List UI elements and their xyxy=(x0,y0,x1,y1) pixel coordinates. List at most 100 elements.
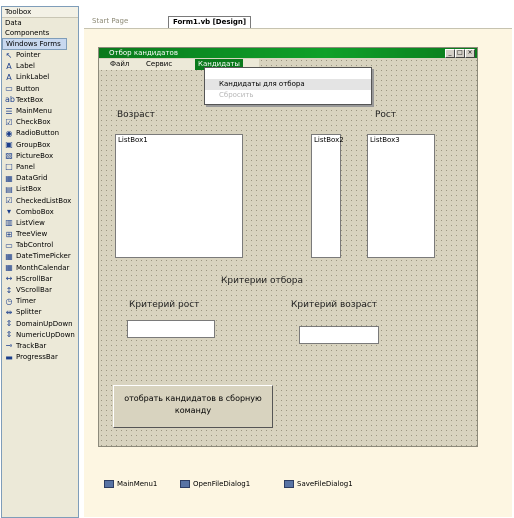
component-icon xyxy=(180,480,190,488)
tool-icon: ⊸ xyxy=(5,341,13,351)
tool-icon: ▾ xyxy=(6,207,11,217)
toolbox-item-label: TabControl xyxy=(16,241,54,250)
toolbox-item[interactable]: ☑ CheckBox xyxy=(2,117,78,128)
toolbox-item[interactable]: A LinkLabel xyxy=(2,72,78,83)
tool-icon: ab xyxy=(5,95,15,105)
toolbox-item-list: ↖ Pointer A Label A LinkLabel ▭ Button ab TextBox… xyxy=(2,50,78,363)
label-criteria-height: Критерий рост xyxy=(129,300,200,310)
tool-icon: ⊞ xyxy=(5,229,13,239)
toolbox-item-label: TrackBar xyxy=(16,341,47,350)
tray-main-menu[interactable]: MainMenu1 xyxy=(104,480,157,488)
component-icon xyxy=(284,480,294,488)
toolbox-item-label: ListView xyxy=(16,218,45,227)
tool-icon: ↔ xyxy=(5,274,13,284)
toolbox-item[interactable]: ↖ Pointer xyxy=(2,50,78,61)
toolbox-item-label: HScrollBar xyxy=(16,274,53,283)
tool-icon: ☰ xyxy=(5,106,13,116)
tool-icon: ▦ xyxy=(5,263,13,273)
criteria-age-input[interactable] xyxy=(299,326,379,344)
toolbox-item[interactable]: ⊞ TreeView xyxy=(2,229,78,240)
tool-icon: ↕ xyxy=(5,285,13,295)
toolbox-item-label: Splitter xyxy=(16,308,42,317)
tool-icon: ▧ xyxy=(5,151,13,161)
menu-file[interactable]: Файл xyxy=(107,59,132,70)
toolbox-item[interactable]: ⇹ Splitter xyxy=(2,307,78,318)
toolbox-item[interactable]: ⇕ DomainUpDown xyxy=(2,319,78,330)
tool-icon: ☑ xyxy=(5,196,13,206)
tray-label: OpenFileDialog1 xyxy=(193,480,251,488)
toolbox-item-label: Pointer xyxy=(16,51,41,60)
toolbox-item[interactable]: ☑ CheckedListBox xyxy=(2,195,78,206)
tool-icon: ☑ xyxy=(5,117,13,127)
toolbox-section-windows-forms[interactable]: Windows Forms xyxy=(2,38,67,50)
dropdown-item-1[interactable] xyxy=(205,68,371,79)
toolbox-item-label: PictureBox xyxy=(16,151,54,160)
tool-icon: A xyxy=(6,72,12,82)
toolbox-item-label: MonthCalendar xyxy=(16,263,70,272)
toolbox-item-label: Label xyxy=(16,62,35,71)
toolbox-item-label: TextBox xyxy=(16,95,44,104)
listbox-main[interactable]: ListBox1 xyxy=(115,134,243,258)
toolbox-item[interactable]: ↕ VScrollBar xyxy=(2,285,78,296)
tray-label: SaveFileDialog1 xyxy=(297,480,353,488)
toolbox-item[interactable]: ▣ GroupBox xyxy=(2,140,78,151)
toolbox-section-data[interactable]: Data xyxy=(2,18,78,28)
listbox-height[interactable]: ListBox3 xyxy=(367,134,435,258)
toolbox-item[interactable]: ⊸ TrackBar xyxy=(2,341,78,352)
listbox-age[interactable]: ListBox2 xyxy=(311,134,344,258)
select-candidates-button[interactable]: отобрать кандидатов в сборную команду xyxy=(113,385,273,428)
toolbox-item[interactable]: ▦ DateTimePicker xyxy=(2,251,78,262)
criteria-height-input[interactable] xyxy=(127,320,215,338)
toolbox-item[interactable]: ☰ MainMenu xyxy=(2,106,78,117)
label-criteria-age: Критерий возраст xyxy=(291,300,378,310)
tool-icon: ▤ xyxy=(5,184,13,194)
tool-icon: ▦ xyxy=(5,251,13,261)
toolbox-item[interactable]: ▭ TabControl xyxy=(2,240,78,251)
toolbox-item-label: CheckBox xyxy=(16,118,51,127)
toolbox-item[interactable]: ▦ DataGrid xyxy=(2,173,78,184)
toolbox-panel: Toolbox Data Components Windows Forms ↖ P… xyxy=(1,6,79,518)
toolbox-item[interactable]: ▧ PictureBox xyxy=(2,151,78,162)
label-age: Возраст xyxy=(117,110,155,120)
toolbox-item[interactable]: □ Panel xyxy=(2,162,78,173)
toolbox-item[interactable]: ▥ ListView xyxy=(2,218,78,229)
tool-icon: ⇕ xyxy=(5,319,13,329)
tool-icon: ▥ xyxy=(5,218,13,228)
toolbox-item[interactable]: ◷ Timer xyxy=(2,296,78,307)
tool-icon: ⇕ xyxy=(5,330,13,340)
toolbox-item[interactable]: ▦ MonthCalendar xyxy=(2,263,78,274)
criteria-title: Критерии отбора xyxy=(221,276,304,286)
close-icon[interactable]: × xyxy=(465,49,475,58)
tool-icon: ◉ xyxy=(5,128,13,138)
toolbox-section-components[interactable]: Components xyxy=(2,28,78,38)
toolbox-item[interactable]: ▾ ComboBox xyxy=(2,207,78,218)
toolbox-item-label: Panel xyxy=(16,162,35,171)
toolbox-item[interactable]: ▭ Button xyxy=(2,84,78,95)
toolbox-item[interactable]: ab TextBox xyxy=(2,95,78,106)
tab-start-page[interactable]: Start Page xyxy=(88,16,132,27)
toolbox-item-label: GroupBox xyxy=(16,140,51,149)
tool-icon: ▦ xyxy=(5,173,13,183)
toolbox-item[interactable]: ▬ ProgressBar xyxy=(2,352,78,363)
toolbox-item-label: RadioButton xyxy=(16,129,60,138)
designed-form[interactable]: Отбор кандидатов _ □ × Файл Сервис Канди… xyxy=(98,47,478,447)
tool-icon: ◷ xyxy=(5,296,13,306)
toolbox-item[interactable]: ⇕ NumericUpDown xyxy=(2,330,78,341)
candidates-dropdown-menu: Кандидаты для отбора Сбросить xyxy=(204,67,372,105)
toolbox-item[interactable]: ◉ RadioButton xyxy=(2,128,78,139)
maximize-icon[interactable]: □ xyxy=(455,49,465,58)
toolbox-item[interactable]: ↔ HScrollBar xyxy=(2,274,78,285)
tray-save-file-dialog[interactable]: SaveFileDialog1 xyxy=(284,480,353,488)
toolbox-item-label: ProgressBar xyxy=(16,353,58,362)
tray-open-file-dialog[interactable]: OpenFileDialog1 xyxy=(180,480,250,488)
tool-icon: ▭ xyxy=(5,240,13,250)
dropdown-item-reset[interactable]: Сбросить xyxy=(205,90,371,101)
menu-service[interactable]: Сервис xyxy=(143,59,175,70)
tool-icon: ⇹ xyxy=(5,307,13,317)
toolbox-item[interactable]: A Label xyxy=(2,61,78,72)
minimize-icon[interactable]: _ xyxy=(445,49,455,58)
toolbox-item[interactable]: ▤ ListBox xyxy=(2,184,78,195)
tab-form-design[interactable]: Form1.vb [Design] xyxy=(168,16,252,28)
toolbox-item-label: CheckedListBox xyxy=(16,196,72,205)
dropdown-item-candidates[interactable]: Кандидаты для отбора xyxy=(205,79,371,90)
